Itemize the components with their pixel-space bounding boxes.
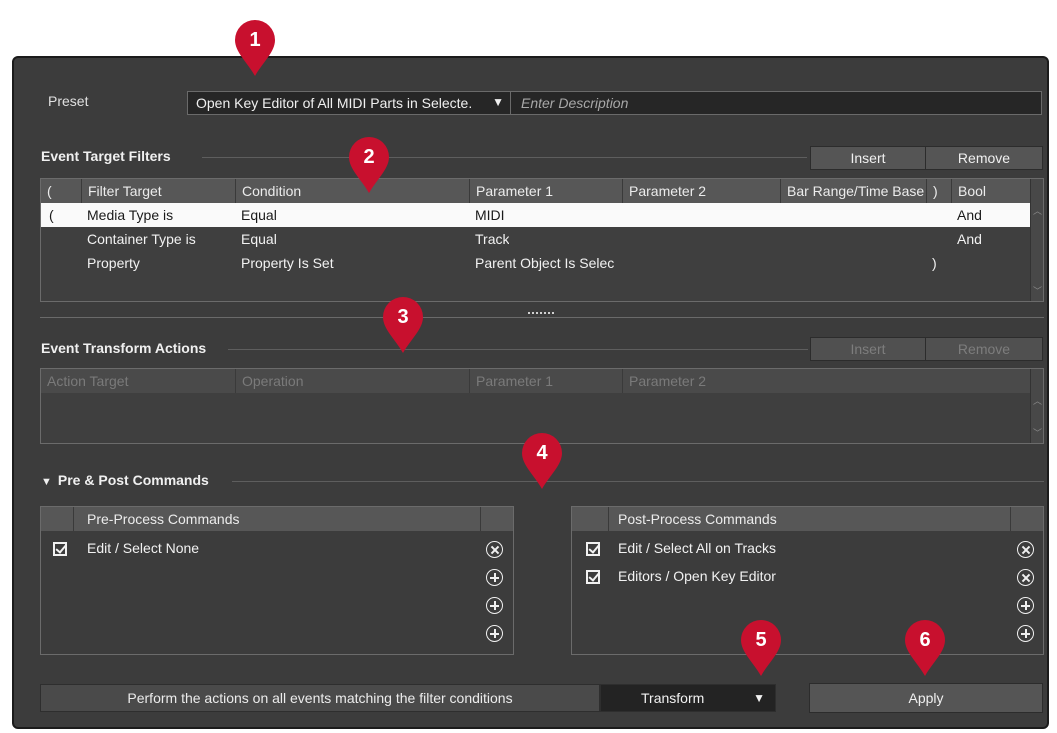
filters-insert-button[interactable]: Insert — [810, 146, 926, 170]
add-command-icon[interactable] — [486, 597, 503, 614]
add-command-icon[interactable] — [1017, 625, 1034, 642]
function-mode-dropdown[interactable]: Transform ▼ — [600, 684, 776, 712]
col-filter-target[interactable]: Filter Target — [81, 179, 235, 203]
cell-condition: Equal — [241, 231, 277, 247]
filters-table-header: ( Filter Target Condition Parameter 1 Pa… — [41, 179, 1031, 203]
col-parameter-1[interactable]: Parameter 1 — [469, 179, 622, 203]
pre-process-title: Pre-Process Commands — [87, 511, 240, 527]
preset-label: Preset — [48, 93, 89, 109]
col-parameter-2[interactable]: Parameter 2 — [622, 369, 1033, 393]
add-command-icon[interactable] — [486, 625, 503, 642]
collapse-triangle-icon: ▼ — [41, 476, 52, 488]
actions-table-header: Action Target Operation Parameter 1 Para… — [41, 369, 1031, 393]
apply-button[interactable]: Apply — [809, 683, 1043, 713]
filters-title: Event Target Filters — [41, 148, 171, 164]
checkbox-checked[interactable] — [53, 542, 67, 556]
actions-scrollbar[interactable]: ︿ ﹀ — [1030, 369, 1043, 443]
callout-marker-5: 5 — [739, 620, 783, 678]
col-bar-range[interactable]: Bar Range/Time Base — [780, 179, 926, 203]
perform-actions-text: Perform the actions on all events matchi… — [40, 684, 600, 712]
callout-marker-6: 6 — [903, 620, 947, 678]
callout-marker-2: 2 — [347, 137, 391, 195]
col-bool[interactable]: Bool — [951, 179, 1033, 203]
pre-process-panel: Pre-Process Commands Edit / Select None — [40, 506, 514, 655]
dropdown-arrow-icon: ▼ — [753, 691, 765, 705]
checkbox-checked[interactable] — [586, 542, 600, 556]
col-close-paren[interactable]: ) — [926, 179, 951, 203]
callout-marker-1: 1 — [233, 20, 277, 78]
pre-command-label: Edit / Select None — [87, 540, 200, 556]
scroll-up-icon[interactable]: ︿ — [1033, 207, 1042, 216]
filters-remove-button[interactable]: Remove — [925, 146, 1043, 170]
cell-param1: Track — [475, 231, 510, 247]
col-parameter-2[interactable]: Parameter 2 — [622, 179, 780, 203]
preset-dropdown-arrow-icon: ▼ — [492, 95, 504, 109]
description-placeholder: Enter Description — [521, 95, 629, 111]
add-command-icon[interactable] — [486, 569, 503, 586]
cell-open: ( — [49, 207, 54, 223]
cell-close: ) — [932, 255, 937, 271]
post-process-header: Post-Process Commands — [572, 507, 1043, 531]
preset-dropdown[interactable]: Open Key Editor of All MIDI Parts in Sel… — [187, 91, 511, 115]
col-parameter-1[interactable]: Parameter 1 — [469, 369, 622, 393]
prepost-title: Pre & Post Commands — [57, 472, 209, 488]
col-operation[interactable]: Operation — [235, 369, 469, 393]
cell-bool: And — [957, 231, 982, 247]
table-row[interactable]: ( Media Type is Equal MIDI And — [41, 203, 1031, 227]
remove-command-icon[interactable] — [486, 541, 503, 558]
cell-condition: Property Is Set — [241, 255, 334, 271]
callout-marker-3: 3 — [381, 297, 425, 355]
col-open-paren[interactable]: ( — [41, 179, 81, 203]
cell-target: Property — [87, 255, 140, 271]
actions-insert-button[interactable]: Insert — [810, 337, 926, 361]
remove-command-icon[interactable] — [1017, 569, 1034, 586]
prepost-toggle[interactable]: ▼ Pre & Post Commands — [41, 472, 209, 488]
scroll-down-icon[interactable]: ﹀ — [1033, 287, 1042, 296]
actions-title: Event Transform Actions — [41, 340, 207, 356]
cell-target: Media Type is — [87, 207, 174, 223]
actions-remove-button[interactable]: Remove — [925, 337, 1043, 361]
filters-table: ( Filter Target Condition Parameter 1 Pa… — [40, 178, 1044, 302]
preset-value: Open Key Editor of All MIDI Parts in Sel… — [196, 95, 473, 111]
function-mode-value: Transform — [641, 690, 705, 706]
cell-condition: Equal — [241, 207, 277, 223]
filters-scrollbar[interactable]: ︿ ﹀ — [1030, 179, 1043, 301]
cell-param1: MIDI — [475, 207, 505, 223]
post-process-panel: Post-Process Commands Edit / Select All … — [571, 506, 1044, 655]
post-command-label: Editors / Open Key Editor — [618, 568, 776, 584]
description-field[interactable]: Enter Description — [510, 91, 1042, 115]
pre-process-header: Pre-Process Commands — [41, 507, 513, 531]
splitter-handle[interactable] — [528, 312, 554, 318]
post-process-title: Post-Process Commands — [618, 511, 777, 527]
cell-param1: Parent Object Is Selec — [475, 255, 615, 271]
remove-command-icon[interactable] — [1017, 541, 1034, 558]
table-row[interactable]: Property Property Is Set Parent Object I… — [41, 251, 1031, 275]
table-row[interactable]: Container Type is Equal Track And — [41, 227, 1031, 251]
scroll-up-icon[interactable]: ︿ — [1033, 397, 1042, 406]
col-action-target[interactable]: Action Target — [41, 369, 235, 393]
add-command-icon[interactable] — [1017, 597, 1034, 614]
cell-target: Container Type is — [87, 231, 196, 247]
scroll-down-icon[interactable]: ﹀ — [1033, 429, 1042, 438]
cell-bool: And — [957, 207, 982, 223]
post-command-label: Edit / Select All on Tracks — [618, 540, 776, 556]
checkbox-checked[interactable] — [586, 570, 600, 584]
project-logical-editor-window: Preset Open Key Editor of All MIDI Parts… — [12, 56, 1049, 729]
callout-marker-4: 4 — [520, 433, 564, 491]
